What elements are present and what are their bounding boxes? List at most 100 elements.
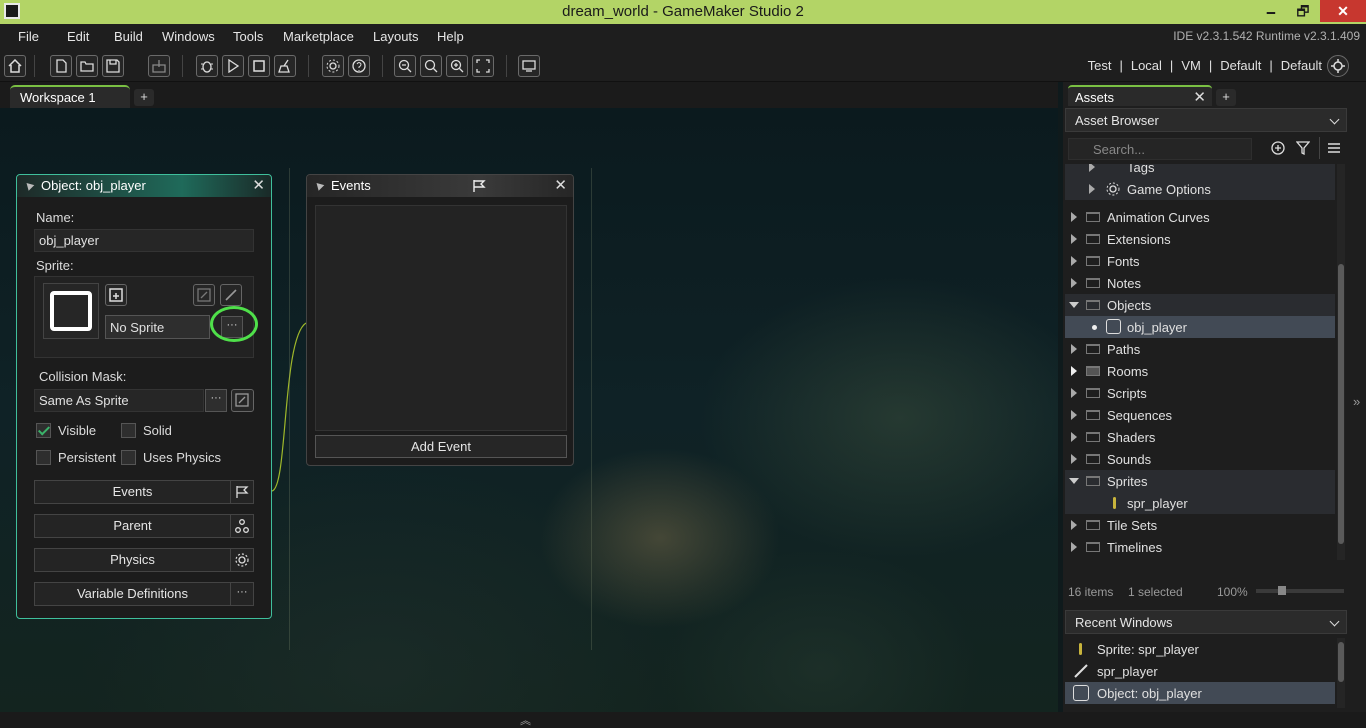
recent-item-sprite[interactable]: Sprite: spr_player — [1065, 638, 1335, 660]
parent-button[interactable]: Parent — [34, 514, 231, 538]
collapse-arrow-icon[interactable] — [1069, 302, 1079, 308]
asset-browser-dropdown[interactable]: Asset Browser — [1065, 108, 1347, 132]
tree-item-tile-sets[interactable]: Tile Sets — [1065, 514, 1335, 536]
tree-item-sounds[interactable]: Sounds — [1065, 448, 1335, 470]
open-project-button[interactable] — [76, 55, 98, 77]
add-panel-tab-button[interactable]: + — [1216, 89, 1236, 106]
menu-marketplace[interactable]: Marketplace — [283, 29, 354, 44]
edit-image-button[interactable] — [220, 284, 242, 306]
add-workspace-button[interactable]: + — [134, 89, 154, 106]
visible-checkbox[interactable] — [36, 423, 51, 438]
object-editor-header[interactable]: Object: obj_player ✕ — [17, 175, 271, 197]
add-asset-icon[interactable] — [1271, 141, 1285, 155]
zoom-slider-handle[interactable] — [1278, 586, 1286, 595]
object-name-input[interactable]: obj_player — [34, 229, 254, 252]
menu-file[interactable]: File — [18, 29, 39, 44]
collapse-triangle-icon[interactable] — [23, 180, 35, 191]
clean-build-button[interactable] — [274, 55, 296, 77]
expand-arrow-icon[interactable] — [1071, 234, 1077, 244]
target-option[interactable]: Default — [1281, 58, 1322, 73]
tree-item-sprites[interactable]: Sprites — [1065, 470, 1335, 492]
collapse-triangle-icon[interactable] — [313, 180, 325, 191]
sprite-select-field[interactable]: No Sprite — [105, 315, 210, 339]
events-header[interactable]: Events ✕ — [307, 175, 573, 197]
expand-arrow-icon[interactable] — [1071, 542, 1077, 552]
close-object-editor-button[interactable]: ✕ — [252, 176, 265, 194]
expand-arrow-icon[interactable] — [1071, 278, 1077, 288]
target-config[interactable]: Test — [1088, 58, 1112, 73]
events-button[interactable]: Events — [34, 480, 231, 504]
target-settings-button[interactable] — [1327, 55, 1349, 77]
target-selector[interactable]: Test | Local | VM | Default | Default — [1084, 58, 1326, 73]
debug-button[interactable] — [196, 55, 218, 77]
expand-arrow-icon[interactable] — [1071, 388, 1077, 398]
tree-item-extensions[interactable]: Extensions — [1065, 228, 1335, 250]
browse-mask-button[interactable]: ··· — [205, 389, 227, 412]
zoom-in-button[interactable] — [446, 55, 468, 77]
uses-physics-checkbox[interactable] — [121, 450, 136, 465]
scrollbar-thumb[interactable] — [1338, 642, 1344, 682]
tree-item-tags[interactable]: Tags — [1065, 164, 1335, 178]
recent-windows-list[interactable]: Sprite: spr_player spr_player Object: ob… — [1065, 638, 1335, 708]
recent-item-object[interactable]: Object: obj_player — [1065, 682, 1335, 704]
events-list[interactable] — [315, 205, 567, 431]
tree-item-animation-curves[interactable]: Animation Curves — [1065, 206, 1335, 228]
expand-arrow-icon[interactable] — [1089, 164, 1095, 172]
target-runtime[interactable]: VM — [1181, 58, 1201, 73]
recent-windows-dropdown[interactable]: Recent Windows — [1065, 610, 1347, 634]
tree-item-obj-player[interactable]: obj_player — [1065, 316, 1335, 338]
expand-bottom-icon[interactable]: ︽ — [520, 712, 531, 728]
help-button[interactable] — [348, 55, 370, 77]
zoom-slider[interactable] — [1256, 586, 1344, 595]
stop-button[interactable] — [248, 55, 270, 77]
tree-item-objects[interactable]: Objects — [1065, 294, 1335, 316]
add-event-button[interactable]: Add Event — [315, 435, 567, 458]
tree-item-spr-player[interactable]: spr_player — [1065, 492, 1335, 514]
menu-help[interactable]: Help — [437, 29, 464, 44]
menu-windows[interactable]: Windows — [162, 29, 215, 44]
edit-sprite-button[interactable] — [193, 284, 215, 306]
tree-item-scripts[interactable]: Scripts — [1065, 382, 1335, 404]
menu-layouts[interactable]: Layouts — [373, 29, 419, 44]
tree-item-rooms[interactable]: Rooms — [1065, 360, 1335, 382]
target-platform[interactable]: Local — [1131, 58, 1162, 73]
expand-arrow-icon[interactable] — [1071, 256, 1077, 266]
run-button[interactable] — [222, 55, 244, 77]
filter-icon[interactable] — [1296, 141, 1310, 155]
restore-button[interactable]: 🗗 — [1288, 0, 1318, 22]
persistent-checkbox[interactable] — [36, 450, 51, 465]
zoom-reset-button[interactable] — [420, 55, 442, 77]
scrollbar-thumb[interactable] — [1338, 264, 1344, 544]
collapse-arrow-icon[interactable] — [1069, 478, 1079, 484]
fit-to-screen-button[interactable] — [472, 55, 494, 77]
minimize-button[interactable]: 🗕 — [1256, 0, 1286, 22]
tree-item-shaders[interactable]: Shaders — [1065, 426, 1335, 448]
solid-checkbox[interactable] — [121, 423, 136, 438]
parent-icon-button[interactable] — [230, 514, 254, 538]
recent-item-sprite-editor[interactable]: spr_player — [1065, 660, 1335, 682]
tree-item-fonts[interactable]: Fonts — [1065, 250, 1335, 272]
asset-search-input[interactable]: Search... — [1068, 138, 1252, 160]
variables-more-button[interactable]: ··· — [230, 582, 254, 606]
tree-item-game-options[interactable]: Game Options — [1065, 178, 1335, 200]
menu-build[interactable]: Build — [114, 29, 143, 44]
new-sprite-button[interactable] — [105, 284, 127, 306]
target-device-button[interactable] — [518, 55, 540, 77]
asset-tree-scrollbar[interactable] — [1337, 164, 1345, 560]
recent-scrollbar[interactable] — [1337, 638, 1345, 708]
expand-arrow-icon[interactable] — [1071, 366, 1077, 376]
expand-arrow-icon[interactable] — [1071, 212, 1077, 222]
home-button[interactable] — [4, 55, 26, 77]
target-device[interactable]: Default — [1220, 58, 1261, 73]
new-project-button[interactable] — [50, 55, 72, 77]
close-events-button[interactable]: ✕ — [554, 176, 567, 194]
menu-icon[interactable] — [1327, 141, 1341, 155]
close-window-button[interactable]: ✕ — [1320, 0, 1366, 22]
expand-arrow-icon[interactable] — [1071, 520, 1077, 530]
edit-mask-button[interactable] — [231, 389, 254, 412]
collapse-right-icon[interactable]: » — [1353, 394, 1360, 409]
physics-button[interactable]: Physics — [34, 548, 231, 572]
save-button[interactable] — [102, 55, 124, 77]
expand-arrow-icon[interactable] — [1071, 454, 1077, 464]
variable-definitions-button[interactable]: Variable Definitions — [34, 582, 231, 606]
